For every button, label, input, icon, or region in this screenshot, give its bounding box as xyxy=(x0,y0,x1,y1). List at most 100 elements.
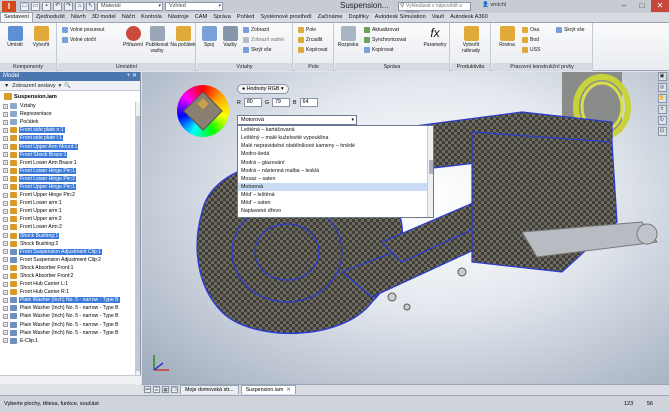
synchronize-button[interactable]: Synchronizovat xyxy=(364,37,406,43)
to-origin-button[interactable]: Na počátek xyxy=(170,26,196,48)
expand-icon[interactable]: + xyxy=(3,208,8,214)
expand-icon[interactable]: + xyxy=(3,200,8,206)
select-icon[interactable]: ↖ xyxy=(86,2,95,11)
appearance-option[interactable]: Modro-šedá xyxy=(238,150,433,158)
hide-all-work-button[interactable]: Skrýt vše xyxy=(556,27,585,33)
expand-icon[interactable]: + xyxy=(3,241,8,247)
tree-item[interactable]: + Front Hub Carrier L:1 xyxy=(0,280,136,288)
doc-tab-home[interactable]: Moje domovská str... xyxy=(180,385,239,394)
tab-autodesk-a360[interactable]: Autodesk A360 xyxy=(447,13,491,22)
expand-icon[interactable]: + xyxy=(3,216,8,222)
pan-icon[interactable]: ✋ xyxy=(657,94,667,103)
tab-vault[interactable]: Vault xyxy=(429,13,447,22)
dropdown-arrow-icon[interactable]: ▾ xyxy=(59,81,62,91)
expand-icon[interactable]: + xyxy=(3,265,8,271)
expand-icon[interactable]: + xyxy=(3,184,8,190)
expand-icon[interactable]: + xyxy=(3,192,8,198)
user-account[interactable]: 👤 vmichl xyxy=(482,2,506,8)
expand-icon[interactable]: + xyxy=(3,224,8,230)
tab-nav-first-icon[interactable]: ⏮ xyxy=(144,386,151,393)
tree-item[interactable]: + Front side plate n:1 xyxy=(0,126,136,134)
ucs-button[interactable]: USS xyxy=(522,47,540,53)
appearance-option[interactable]: Leštěný – malé kuželovité vypouklina xyxy=(238,134,433,142)
tab-pohled[interactable]: Pohled xyxy=(234,13,257,22)
appearance-option[interactable]: Měď – leštěná xyxy=(238,191,433,199)
close-icon[interactable]: ✕ xyxy=(651,0,669,12)
filter-icon[interactable]: ▼ xyxy=(4,81,9,91)
appearance-option[interactable]: Modrá – glazování xyxy=(238,159,433,167)
place-button[interactable]: Umístit xyxy=(3,26,27,48)
material-combo[interactable]: Materiál ▾ xyxy=(97,2,163,11)
tree-item[interactable]: + Front Hub Carrier R:1 xyxy=(0,288,136,296)
assign-button[interactable]: Přiřazení xyxy=(122,26,144,48)
expand-icon[interactable]: + xyxy=(3,176,8,182)
tree-item[interactable]: + Front Shock Brace:1 xyxy=(0,151,136,159)
undo-icon[interactable]: ↶ xyxy=(53,2,62,11)
expand-icon[interactable]: + xyxy=(3,322,8,328)
r-value-input[interactable]: 80 xyxy=(243,98,262,107)
tree-item[interactable]: + Front Upper arm:1 xyxy=(0,207,136,215)
appearance-option[interactable]: Naplavené dřevo xyxy=(238,207,433,215)
full-nav-wheel-icon[interactable]: ◎ xyxy=(657,83,667,92)
free-move-button[interactable]: Volné posunout xyxy=(62,27,104,33)
appearance-name-combo[interactable]: Motorová ▾ xyxy=(237,115,357,125)
tree-item[interactable]: + Front Upper Hinge Pin:2 xyxy=(0,191,136,199)
pattern-button[interactable]: Pole xyxy=(298,27,316,33)
rgb-mode-dropdown[interactable]: ● Hodnoty RGB ▾ xyxy=(237,84,289,94)
expand-icon[interactable]: + xyxy=(3,152,8,158)
tree-item[interactable]: + Front Upper arm:2 xyxy=(0,215,136,223)
tab-systemove-prostredi[interactable]: Systémové prostředí xyxy=(257,13,314,22)
tree-item[interactable]: + Front Lower arm:1 xyxy=(0,199,136,207)
tab-doplnky[interactable]: Doplňky xyxy=(346,13,372,22)
substitutes-button[interactable]: Vytvořit náhrady xyxy=(457,26,485,54)
update-button[interactable]: Aktualizovat xyxy=(364,27,399,33)
graphics-viewport[interactable]: ● Hodnoty RGB ▾ R 80 G 79 B 64 Motorová ▾… xyxy=(142,72,669,384)
redo-icon[interactable]: ↷ xyxy=(64,2,73,11)
show-button[interactable]: Zobrazit xyxy=(243,27,269,33)
expand-icon[interactable]: + xyxy=(3,330,8,336)
expand-icon[interactable]: + xyxy=(3,305,8,311)
minimize-icon[interactable]: – xyxy=(615,0,633,12)
expand-icon[interactable]: + xyxy=(3,111,8,117)
expand-icon[interactable]: + xyxy=(3,135,8,141)
viewcube-icon[interactable]: ▣ xyxy=(657,72,667,81)
appearance-option[interactable]: Měď – saten xyxy=(238,199,433,207)
create-button[interactable]: Vytvořit xyxy=(29,26,53,48)
tab-nastroje[interactable]: Nástroje xyxy=(165,13,192,22)
close-tab-icon[interactable]: ✕ xyxy=(286,387,290,393)
zoom-icon[interactable]: ± xyxy=(657,105,667,114)
tree-item[interactable]: + Plain Washer (Inch) No. 5 - narrow - Ty… xyxy=(0,312,136,320)
tree-item[interactable]: + Shock Absorber Front:1 xyxy=(0,264,136,272)
hide-all-button[interactable]: Skrýt vše xyxy=(243,47,272,53)
expand-icon[interactable]: + xyxy=(3,289,8,295)
tree-item[interactable]: + Front Upper Hinge Pin:1 xyxy=(0,183,136,191)
appearance-option[interactable]: Modrá – nástenná malba – lesklá xyxy=(238,167,433,175)
copy-button[interactable]: Kopírovat xyxy=(298,47,327,53)
tab-nacrt[interactable]: Náčrt xyxy=(119,13,138,22)
tree-item[interactable]: + Plain Washer (Inch) No. 5 - narrow - Ty… xyxy=(0,304,136,312)
tab-nav-list-icon[interactable]: ☰ xyxy=(153,386,160,393)
copy-design-button[interactable]: Kopírovat xyxy=(364,47,393,53)
tree-item[interactable]: + Front side plate l:1 xyxy=(0,134,136,142)
maximize-icon[interactable]: □ xyxy=(633,0,651,12)
open-icon[interactable]: ▭ xyxy=(31,2,40,11)
appearance-combo[interactable]: Vzhled ▾ xyxy=(165,2,223,11)
expand-icon[interactable]: + xyxy=(3,338,8,344)
expand-icon[interactable]: + xyxy=(3,119,8,125)
tree-item[interactable]: + Plain Washer (Inch) No. 5 - narrow - Ty… xyxy=(0,296,136,304)
publish-constraints-button[interactable]: Publikovat vazby xyxy=(144,26,170,54)
b-value-input[interactable]: 64 xyxy=(299,98,318,107)
tab-cam[interactable]: CAM xyxy=(192,13,210,22)
tree-item[interactable]: + Shock Bushing:1 xyxy=(0,232,136,240)
tab-3d-model[interactable]: 3D model xyxy=(89,13,119,22)
appearance-option[interactable]: Leštěná – kartáčovaná xyxy=(238,126,433,134)
tab-nav-tile-icon[interactable]: ▦ xyxy=(162,386,169,393)
orbit-icon[interactable]: ↻ xyxy=(657,116,667,125)
tab-zjednodusit[interactable]: Zjednodušit xyxy=(33,13,68,22)
tab-zaciname[interactable]: Začínáme xyxy=(315,13,346,22)
free-rotate-button[interactable]: Volné otočit xyxy=(62,37,96,43)
tab-sprava[interactable]: Správa xyxy=(210,13,234,22)
g-value-input[interactable]: 79 xyxy=(271,98,290,107)
bom-button[interactable]: Rozpiska xyxy=(335,26,361,48)
expand-icon[interactable]: + xyxy=(3,257,8,263)
